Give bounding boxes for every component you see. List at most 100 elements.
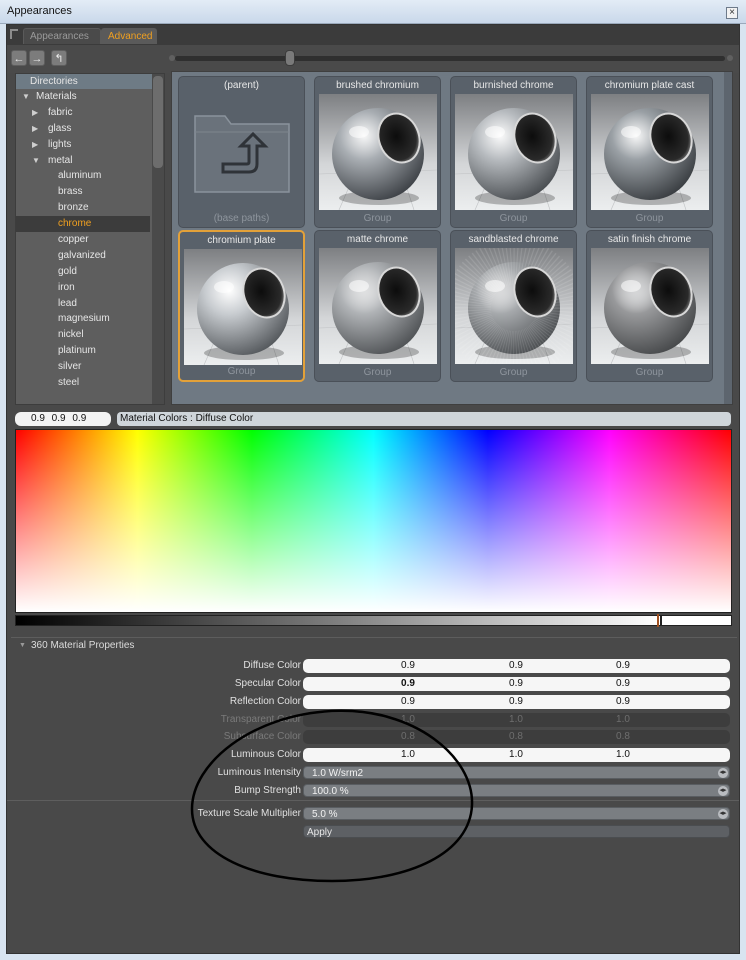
material-name: chromium plate: [207, 235, 276, 246]
material-tile-matte-chrome[interactable]: matte chrome Group: [314, 230, 441, 382]
color-value-field[interactable]: 1.0 1.0 1.0: [303, 748, 730, 762]
color-spectrum[interactable]: [15, 429, 732, 613]
directory-item-brass[interactable]: brass: [16, 184, 150, 200]
panel-menu-icon[interactable]: [10, 29, 18, 39]
material-label: Group: [499, 213, 528, 224]
spinner-icon[interactable]: ◂▸: [718, 809, 728, 819]
material-label: (base paths): [213, 213, 270, 224]
directory-item-label: gold: [58, 265, 77, 277]
material-tile-brushed-chromium[interactable]: brushed chromium Group: [314, 76, 441, 228]
material-label: Group: [499, 367, 528, 378]
directory-item-galvanized[interactable]: galvanized: [16, 248, 150, 264]
directory-item-glass[interactable]: ▶ glass: [16, 121, 150, 137]
brightness-marker[interactable]: [657, 614, 659, 627]
collapsed-triangle-icon[interactable]: ▶: [32, 105, 38, 121]
tab-appearances[interactable]: Appearances: [23, 28, 101, 44]
material-tile-chromium-plate[interactable]: chromium plate Group: [178, 230, 305, 382]
arrow-right-icon[interactable]: →: [29, 50, 45, 66]
close-icon[interactable]: ×: [726, 7, 738, 19]
thumbnail-size-slider[interactable]: [175, 56, 725, 61]
material-tile-satin-finish-chrome[interactable]: satin finish chrome Group: [586, 230, 713, 382]
color-value-field: 0.8 0.8 0.8: [303, 730, 730, 744]
color-value-field[interactable]: 0.9 0.9 0.9: [303, 695, 730, 709]
texture-scale-row: Texture Scale Multiplier 5.0 % ◂▸: [7, 807, 739, 821]
directory-item-chrome[interactable]: chrome: [16, 216, 150, 233]
directory-item-aluminum[interactable]: aluminum: [16, 168, 150, 184]
directory-item-platinum[interactable]: platinum: [16, 343, 150, 359]
material-label: Group: [635, 213, 664, 224]
color-value-field[interactable]: 0.9 0.9 0.9: [303, 659, 730, 673]
directory-item-magnesium[interactable]: magnesium: [16, 311, 150, 327]
appearances-panel: Appearances Advanced ← → ↰ Directories ▼…: [6, 24, 740, 954]
bump-strength-field[interactable]: 100.0 % ◂▸: [303, 784, 730, 797]
bump-strength-row: Bump Strength 100.0 % ◂▸: [7, 784, 739, 798]
material-grid: (parent) (base paths) brushed chromium Gr…: [171, 71, 733, 405]
property-label: Subsurface Color: [223, 731, 301, 742]
directory-item-label: platinum: [58, 345, 96, 357]
color-channel-value: 0.9: [401, 660, 415, 671]
folder-up-icon: [183, 94, 301, 210]
material-preview-sphere: [455, 248, 573, 364]
directory-item-bronze[interactable]: bronze: [16, 200, 150, 216]
material-label: Group: [363, 367, 392, 378]
directory-item-silver[interactable]: silver: [16, 359, 150, 375]
window-titlebar: Appearances ×: [0, 0, 746, 24]
material-name: chromium plate cast: [604, 80, 695, 91]
directory-item-copper[interactable]: copper: [16, 232, 150, 248]
spinner-icon[interactable]: ◂▸: [718, 786, 728, 796]
properties-title: 360 Material Properties: [31, 640, 135, 651]
luminous-intensity-field[interactable]: 1.0 W/srm2 ◂▸: [303, 766, 730, 779]
collapse-triangle-icon[interactable]: ▼: [19, 638, 26, 654]
properties-header[interactable]: ▼ 360 Material Properties: [11, 637, 737, 653]
apply-button[interactable]: Apply: [303, 825, 730, 838]
color-channel-value: 0.8: [401, 731, 415, 742]
property-label: Transparent Color: [220, 714, 301, 725]
directory-item-label: lead: [58, 297, 77, 309]
directory-item-gold[interactable]: gold: [16, 264, 150, 280]
property-label: Reflection Color: [229, 696, 301, 707]
property-label: Luminous Intensity: [217, 767, 301, 778]
material-tile-chromium-plate-cast[interactable]: chromium plate cast Group: [586, 76, 713, 228]
arrow-left-icon[interactable]: ←: [11, 50, 27, 66]
directory-item-label: Materials: [36, 91, 77, 102]
material-tile-sandblasted-chrome[interactable]: sandblasted chrome Group: [450, 230, 577, 382]
directory-item-label: chrome: [58, 218, 92, 230]
directory-item-iron[interactable]: iron: [16, 280, 150, 296]
thumbnail-size-slider-thumb[interactable]: [285, 50, 295, 66]
saturation-gradient: [16, 430, 731, 612]
parent-folder-icon[interactable]: ↰: [51, 50, 67, 66]
directory-item-steel[interactable]: steel: [16, 375, 150, 391]
material-tile-parent[interactable]: (parent) (base paths): [178, 76, 305, 228]
color-channel-value: 0.9: [509, 660, 523, 671]
brightness-ramp[interactable]: [15, 615, 661, 626]
directories-header: Directories: [16, 74, 164, 89]
color-channel-value: 1.0: [401, 714, 415, 725]
material-name: (parent): [223, 80, 259, 91]
directory-item-lights[interactable]: ▶ lights: [16, 137, 150, 153]
directory-item-materials[interactable]: ▼ Materials: [16, 89, 150, 105]
directory-item-label: metal: [48, 154, 73, 166]
current-color-swatch: [661, 615, 732, 626]
directory-item-lead[interactable]: lead: [16, 296, 150, 312]
directory-item-fabric[interactable]: ▶ fabric: [16, 105, 150, 121]
directory-scrollbar[interactable]: [152, 74, 164, 404]
texture-scale-field[interactable]: 5.0 % ◂▸: [303, 807, 730, 820]
material-tile-burnished-chrome[interactable]: burnished chrome Group: [450, 76, 577, 228]
collapsed-triangle-icon[interactable]: ▶: [32, 137, 38, 153]
color-values-field[interactable]: 0.9 0.9 0.9: [15, 412, 111, 426]
tab-advanced[interactable]: Advanced: [101, 28, 157, 44]
grid-scrollbar[interactable]: [724, 72, 732, 404]
expanded-triangle-icon[interactable]: ▼: [32, 153, 40, 169]
directory-item-label: galvanized: [58, 249, 106, 261]
color-channel-value: 1.0: [509, 749, 523, 760]
directory-scrollbar-thumb[interactable]: [153, 76, 163, 168]
directory-item-label: brass: [58, 186, 83, 198]
directory-item-nickel[interactable]: nickel: [16, 327, 150, 343]
expanded-triangle-icon[interactable]: ▼: [22, 89, 30, 105]
directory-item-metal[interactable]: ▼ metal: [16, 153, 150, 169]
color-value-field[interactable]: 0.9 0.9 0.9: [303, 677, 730, 691]
collapsed-triangle-icon[interactable]: ▶: [32, 121, 38, 137]
spinner-icon[interactable]: ◂▸: [718, 768, 728, 778]
color-channel-value: 0.9: [509, 696, 523, 707]
tab-bar: Appearances Advanced: [7, 25, 739, 45]
